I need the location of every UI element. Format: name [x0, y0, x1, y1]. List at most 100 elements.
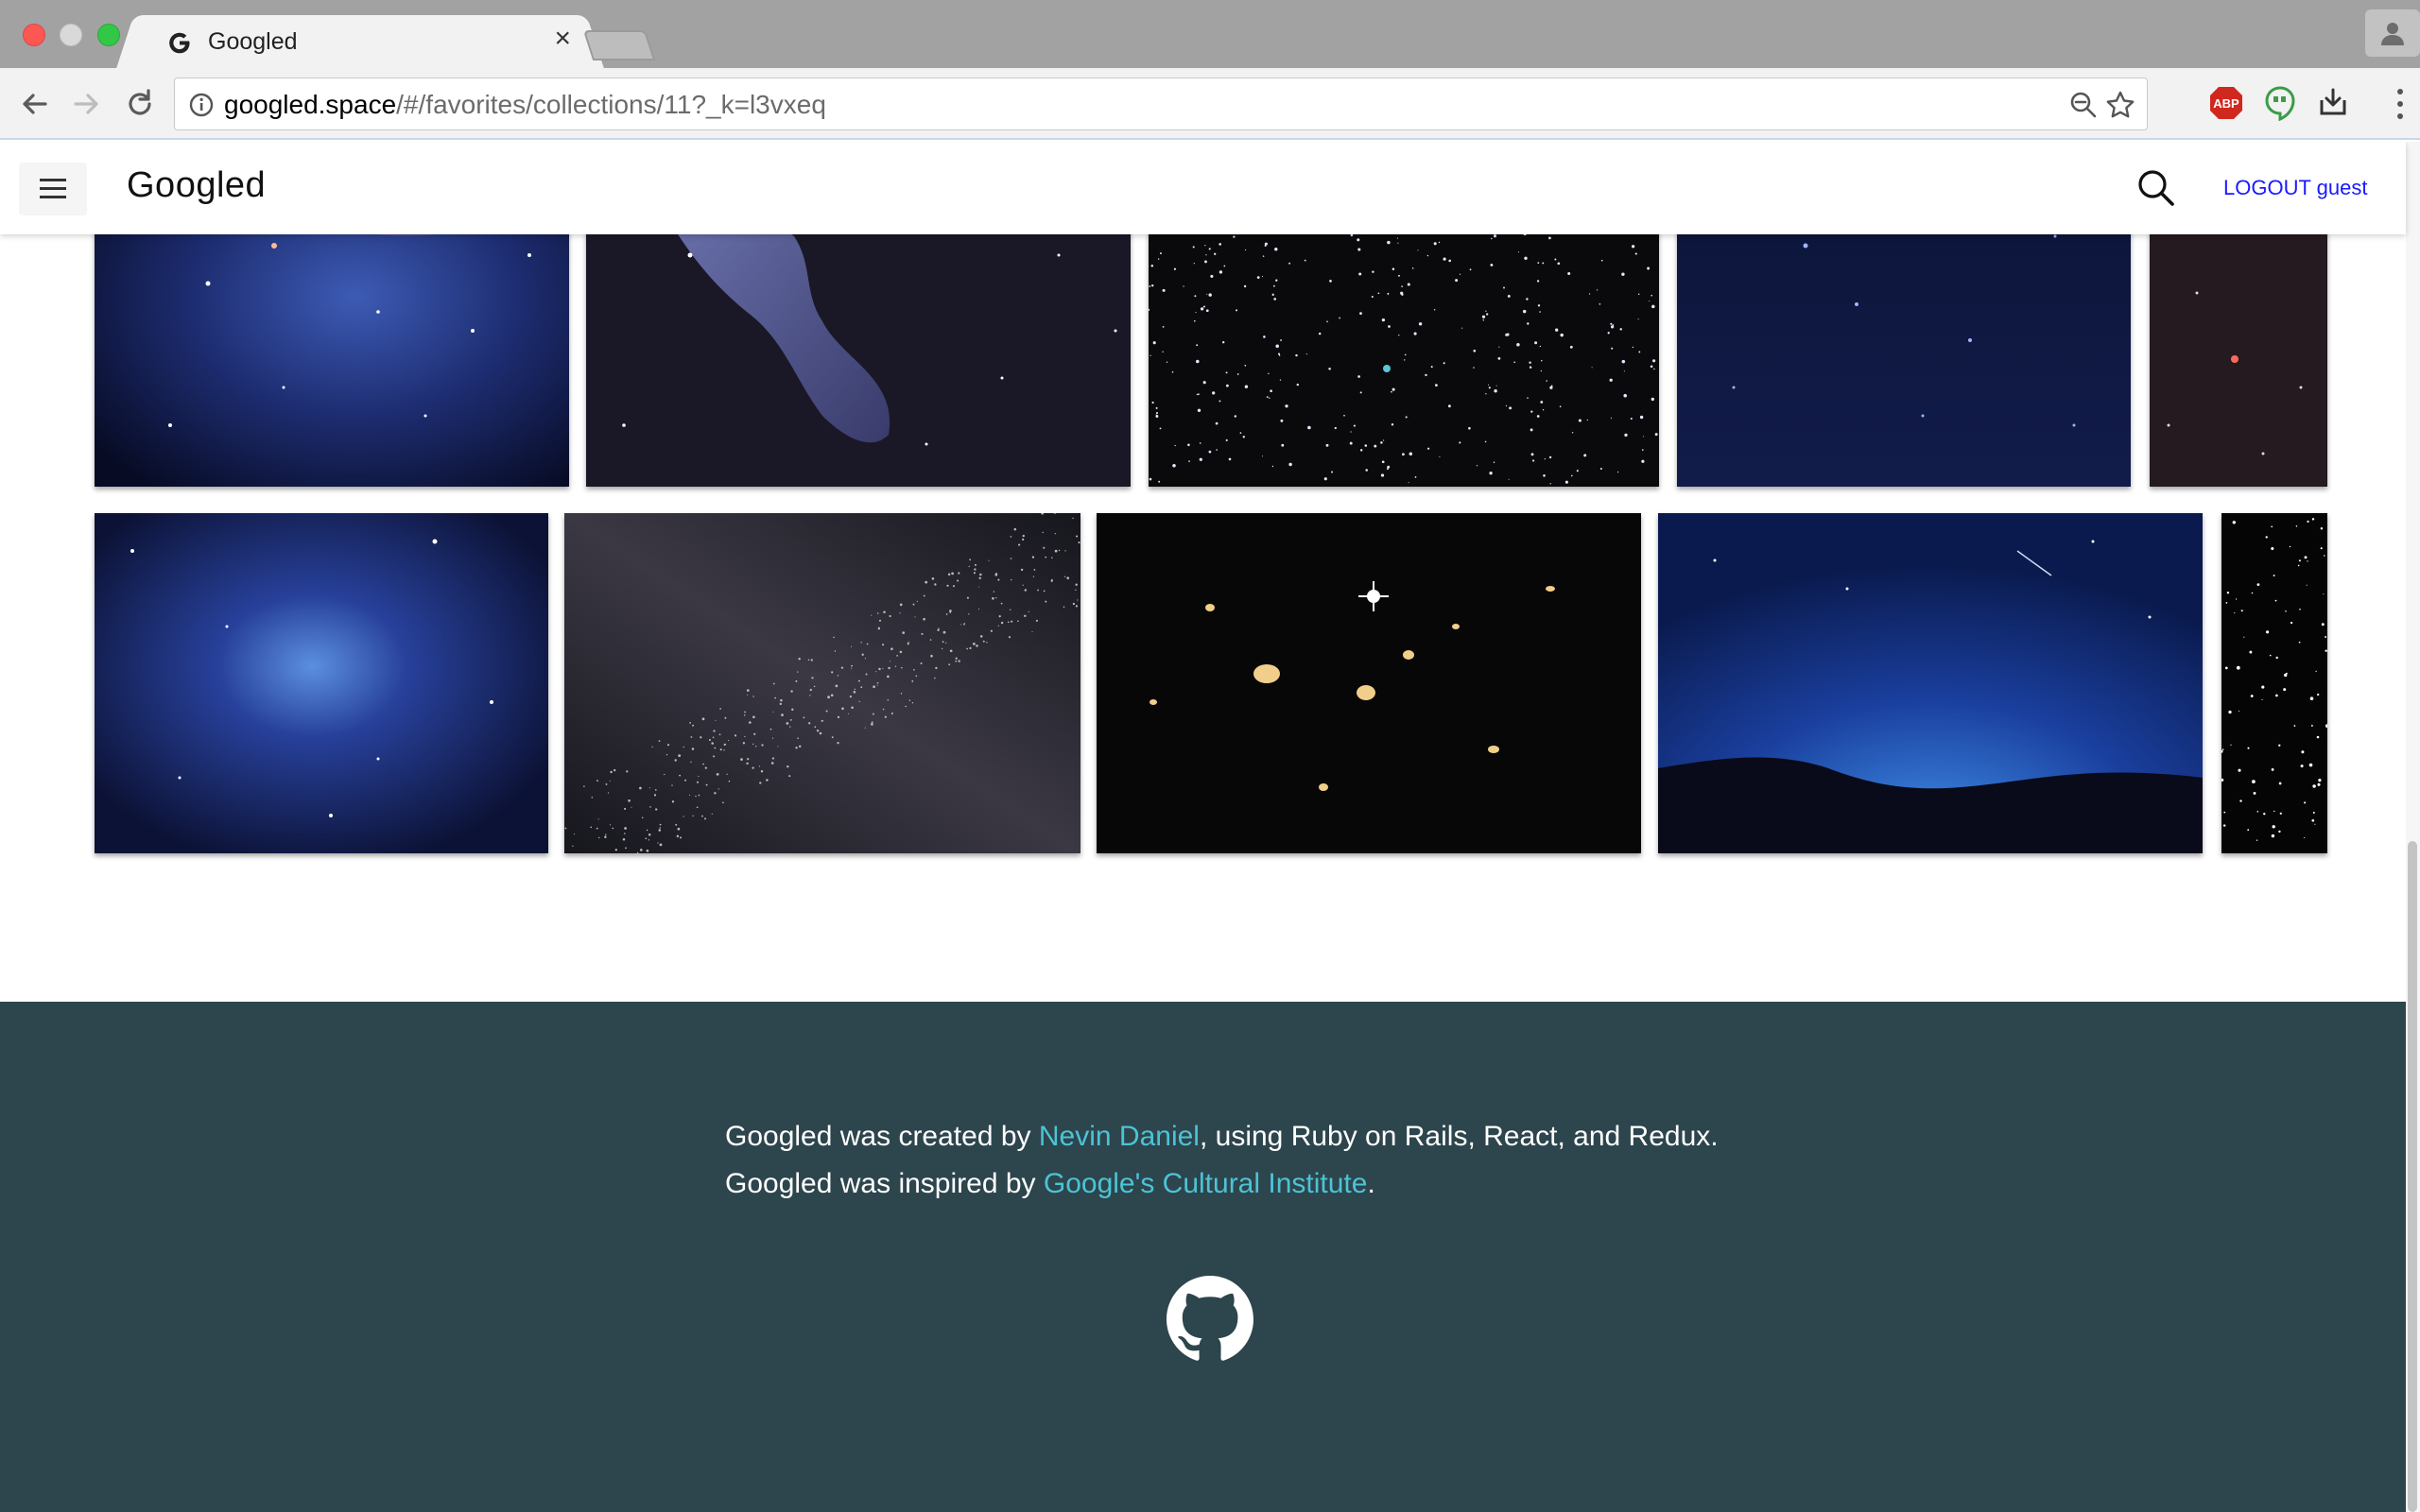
cultural-institute-link[interactable]: Google's Cultural Institute: [1044, 1168, 1368, 1199]
star-dot: [973, 643, 976, 645]
zoom-out-icon[interactable]: [2069, 91, 2098, 119]
browser-tab[interactable]: Googled ×: [142, 15, 579, 70]
star-dot: [772, 682, 775, 685]
star-dot: [963, 623, 965, 625]
star-dot: [608, 792, 610, 794]
star-dot: [1054, 549, 1058, 553]
tab-close-icon[interactable]: ×: [554, 23, 571, 54]
star-dot: [1382, 439, 1385, 441]
star-dot: [923, 617, 925, 621]
star-dot: [1173, 267, 1177, 270]
more-vertical-icon[interactable]: [2394, 87, 2407, 121]
star-dot: [1225, 371, 1228, 374]
star-dot: [979, 573, 982, 576]
star-dot: [700, 736, 702, 739]
scrollbar-thumb[interactable]: [2408, 841, 2417, 1512]
star-dot: [1509, 406, 1512, 410]
star-dot: [648, 833, 651, 836]
star-dot: [952, 585, 956, 588]
star-dot: [1517, 251, 1519, 253]
star-dot: [1497, 357, 1501, 360]
star-dot: [1242, 436, 1245, 438]
star-dot: [878, 667, 881, 671]
info-icon[interactable]: [188, 92, 215, 118]
minimize-window-button[interactable]: [60, 24, 82, 46]
brand-logo[interactable]: Googled: [127, 165, 266, 206]
address-bar[interactable]: googled.space/#/favorites/collections/11…: [174, 77, 2148, 130]
browser-toolbar: googled.space/#/favorites/collections/11…: [0, 68, 2420, 140]
star-dot: [2247, 747, 2250, 749]
download-extension-button[interactable]: [2316, 85, 2350, 124]
forward-arrow-icon[interactable]: [68, 85, 106, 123]
star-dot: [2298, 559, 2301, 562]
hamburger-menu-button[interactable]: [19, 163, 87, 215]
star-dot: [1567, 271, 1571, 276]
star-dot: [781, 713, 784, 716]
artwork-thumbnail[interactable]: [1097, 513, 1641, 853]
star-dot: [997, 578, 1000, 581]
star-dot: [679, 774, 682, 777]
author-link[interactable]: Nevin Daniel: [1039, 1121, 1200, 1152]
reload-icon[interactable]: [121, 85, 159, 123]
star-dot: [1158, 480, 1161, 483]
hangouts-extension-button[interactable]: [2263, 85, 2297, 126]
adblock-extension-button[interactable]: ABP: [2208, 85, 2244, 126]
star-dot: [821, 719, 823, 722]
close-window-button[interactable]: [23, 24, 45, 46]
star-dot: [1295, 353, 1298, 357]
star-dot: [2232, 521, 2237, 524]
star-dot: [1427, 447, 1430, 450]
star-dot: [2222, 824, 2226, 827]
star-dot: [1280, 419, 1284, 422]
star-dot: [659, 823, 662, 826]
star-dot: [1404, 353, 1407, 356]
star-dot: [1530, 410, 1533, 413]
profile-button[interactable]: [2365, 9, 2420, 57]
star-dot: [1530, 428, 1533, 432]
star-dot: [978, 576, 981, 579]
star-dot: [671, 800, 675, 803]
artwork-thumbnail[interactable]: [564, 513, 1080, 853]
star-dot: [648, 787, 650, 789]
star-dot: [827, 696, 830, 699]
star-dot: [1508, 478, 1510, 480]
star-dot: [1024, 614, 1027, 618]
star-dot: [2316, 735, 2320, 739]
star-dot: [760, 769, 764, 773]
star-dot: [1433, 309, 1436, 311]
new-tab-button[interactable]: [582, 30, 656, 60]
logout-button[interactable]: LOGOUT guest: [2223, 176, 2367, 200]
star-dot: [1407, 283, 1410, 286]
star-dot: [1541, 360, 1543, 362]
star-dot: [1193, 263, 1195, 265]
star-dot: [1149, 285, 1151, 287]
star-dot: [945, 613, 948, 615]
star-dot: [1527, 397, 1529, 399]
star-dot: [708, 738, 711, 742]
star-dot: [1387, 465, 1391, 469]
search-icon[interactable]: [2136, 168, 2176, 208]
star-dot: [1365, 469, 1368, 472]
star-dot: [1280, 339, 1283, 341]
artwork-thumbnail[interactable]: [1658, 513, 2203, 853]
star-dot: [1484, 440, 1487, 443]
artwork-thumbnail[interactable]: [2221, 513, 2327, 853]
back-arrow-icon[interactable]: [15, 85, 53, 123]
star-dot: [1245, 249, 1247, 251]
artwork-thumbnail[interactable]: [95, 513, 548, 853]
star-dot: [1513, 361, 1516, 364]
star-dot: [1202, 305, 1205, 308]
star-dot: [771, 737, 774, 739]
star-dot: [1560, 333, 1564, 337]
star-dot: [1228, 457, 1232, 461]
maximize-window-button[interactable]: [97, 24, 120, 46]
bookmark-star-icon[interactable]: [2105, 90, 2135, 120]
star-dot: [808, 722, 811, 725]
star-dot: [803, 716, 805, 719]
star-dot: [1063, 606, 1065, 608]
star-dot: [860, 686, 863, 689]
star-dot: [923, 594, 925, 597]
github-icon[interactable]: [1167, 1276, 1253, 1363]
star-dot: [1149, 477, 1152, 481]
star-dot: [1637, 293, 1640, 296]
